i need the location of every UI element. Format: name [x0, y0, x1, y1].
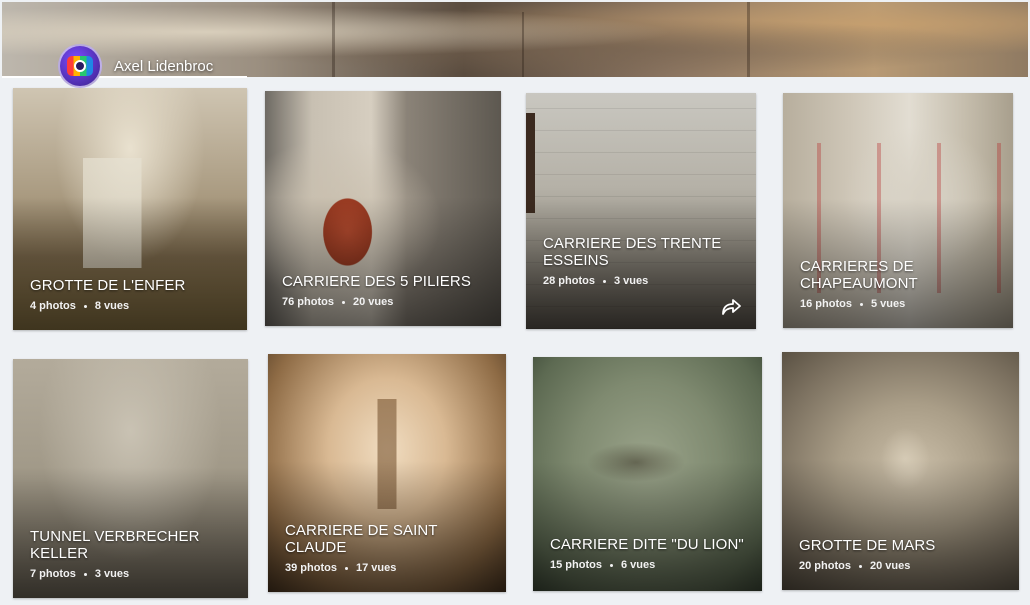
album-caption: CARRIERE DE SAINT CLAUDE 39 photos 17 vue…: [285, 522, 494, 574]
album-card-chapeaumont[interactable]: CARRIERES DE CHAPEAUMONT 16 photos 5 vues: [783, 93, 1013, 328]
photo-count: 76 photos: [282, 296, 334, 308]
album-card-grotte-mars[interactable]: GROTTE DE MARS 20 photos 20 vues: [782, 352, 1019, 590]
album-title: CARRIERE DE SAINT CLAUDE: [285, 522, 438, 556]
owner-name[interactable]: Axel Lidenbroc: [114, 58, 213, 75]
album-title: CARRIERES DE CHAPEAUMONT: [800, 258, 918, 292]
separator-dot: [344, 566, 348, 570]
view-count: 3 vues: [613, 275, 649, 287]
view-count: 5 vues: [870, 298, 906, 310]
album-card-tunnel-keller[interactable]: TUNNEL VERBRECHER KELLER 7 photos 3 vues: [13, 359, 248, 598]
album-caption: GROTTE DE MARS 20 photos 20 vues: [799, 537, 1007, 572]
share-arrow-icon[interactable]: [720, 297, 742, 317]
photo-count: 28 photos: [543, 275, 595, 287]
album-caption: CARRIERE DES TRENTE ESSEINS 28 photos 3 v…: [543, 235, 744, 287]
separator-dot: [859, 302, 863, 306]
album-title: CARRIERE dite "DU LION": [550, 536, 744, 553]
separator-dot: [609, 563, 613, 567]
album-caption: CARRIERE dite "DU LION" 15 photos 6 vues: [550, 536, 750, 571]
photo-count: 4 photos: [30, 300, 76, 312]
album-caption: GROTTE DE L'ENFER 4 photos 8 vues: [30, 277, 235, 312]
photo-count: 39 photos: [285, 562, 337, 574]
album-title: GROTTE DE L'ENFER: [30, 277, 186, 294]
view-count: 8 vues: [94, 300, 130, 312]
avatar[interactable]: [58, 44, 102, 88]
separator-dot: [341, 300, 345, 304]
camera-logo-icon: [67, 56, 93, 76]
photo-count: 16 photos: [800, 298, 852, 310]
owner-profile[interactable]: Axel Lidenbroc: [58, 44, 213, 88]
album-card-5-piliers[interactable]: CARRIERE DES 5 PILIERS 76 photos 20 vues: [265, 91, 501, 326]
photo-count: 15 photos: [550, 559, 602, 571]
photo-count: 7 photos: [30, 568, 76, 580]
album-card-saint-claude[interactable]: CARRIERE DE SAINT CLAUDE 39 photos 17 vue…: [268, 354, 506, 592]
separator-dot: [83, 304, 87, 308]
view-count: 20 vues: [352, 296, 394, 308]
view-count: 3 vues: [94, 568, 130, 580]
view-count: 17 vues: [355, 562, 397, 574]
album-card-grotte-enfer[interactable]: GROTTE DE L'ENFER 4 photos 8 vues: [13, 88, 247, 330]
view-count: 20 vues: [869, 560, 911, 572]
album-title: CARRIERE DES TRENTE ESSEINS: [543, 235, 722, 269]
view-count: 6 vues: [620, 559, 656, 571]
separator-dot: [602, 279, 606, 283]
album-title: GROTTE DE MARS: [799, 537, 936, 554]
album-caption: CARRIERES DE CHAPEAUMONT 16 photos 5 vues: [800, 258, 1001, 310]
album-title: CARRIERE DES 5 PILIERS: [282, 273, 471, 290]
album-title: TUNNEL VERBRECHER KELLER: [30, 528, 200, 562]
photo-count: 20 photos: [799, 560, 851, 572]
album-caption: CARRIERE DES 5 PILIERS 76 photos 20 vues: [282, 273, 489, 308]
album-card-du-lion[interactable]: CARRIERE dite "DU LION" 15 photos 6 vues: [533, 357, 762, 591]
separator-dot: [83, 572, 87, 576]
separator-dot: [858, 564, 862, 568]
album-card-trente-esseins[interactable]: CARRIERE DES TRENTE ESSEINS 28 photos 3 v…: [526, 93, 756, 329]
album-caption: TUNNEL VERBRECHER KELLER 7 photos 3 vues: [30, 528, 236, 580]
